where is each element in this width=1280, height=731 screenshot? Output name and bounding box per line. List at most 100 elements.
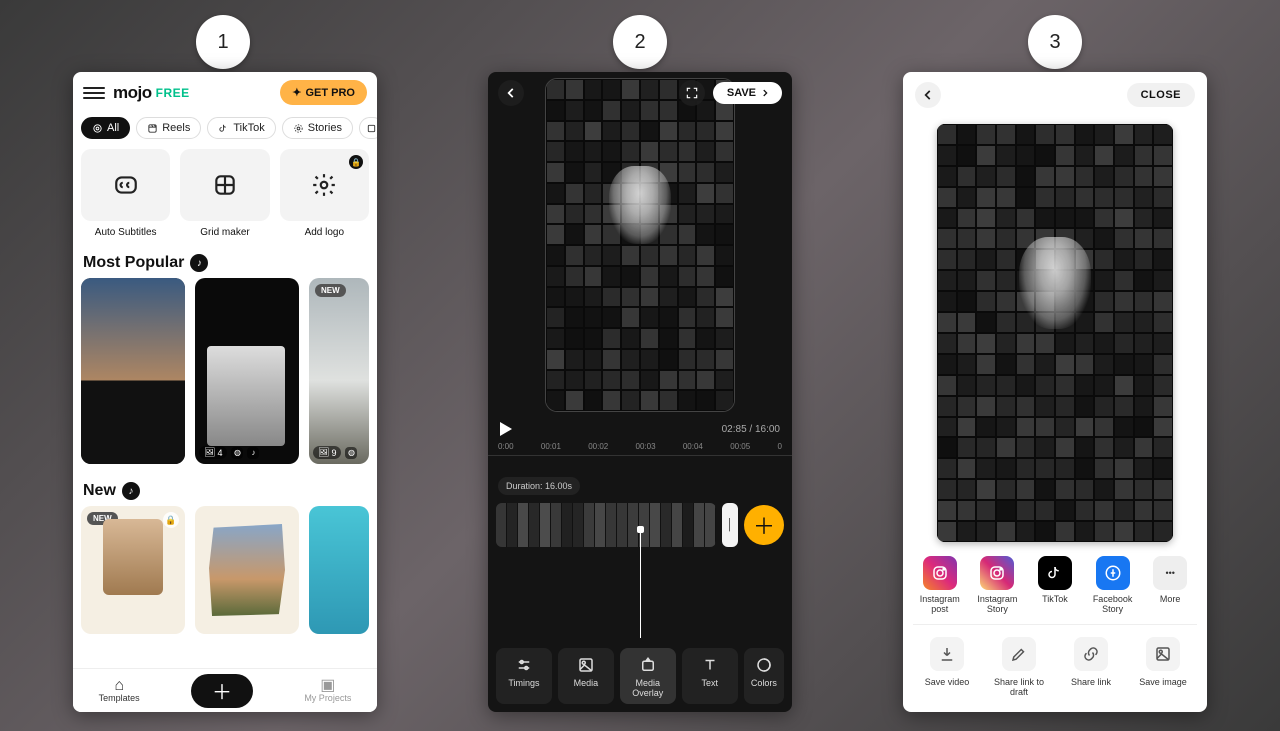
close-button[interactable]: CLOSE: [1127, 83, 1195, 107]
target-icon: [92, 123, 103, 134]
ig-icon: ◍: [231, 447, 243, 459]
tick: 00:03: [636, 442, 656, 451]
menu-icon[interactable]: [83, 87, 105, 99]
share-facebook-story[interactable]: Facebook Story: [1085, 556, 1141, 614]
lock-icon: 🔒: [163, 512, 179, 528]
screen-export: CLOSE Instagram post Instagram Story Tik…: [903, 72, 1207, 712]
tick: 00:01: [541, 442, 561, 451]
nav-templates-label: Templates: [99, 693, 140, 703]
tool-addlogo[interactable]: 🔒 Add logo: [280, 149, 369, 238]
chip-all[interactable]: All: [81, 117, 130, 139]
add-clip-button[interactable]: ＋: [744, 505, 784, 545]
tool-media-label: Media: [574, 678, 599, 688]
share-link[interactable]: Share link: [1059, 637, 1123, 697]
new-badge: NEW: [315, 284, 346, 297]
back-button[interactable]: [915, 82, 941, 108]
image-icon: [577, 656, 595, 674]
fullscreen-button[interactable]: [679, 80, 705, 106]
back-button[interactable]: [498, 80, 524, 106]
save-video[interactable]: Save video: [915, 637, 979, 697]
nav-projects-label: My Projects: [304, 693, 351, 703]
save-image[interactable]: Save image: [1131, 637, 1195, 697]
share-link-draft[interactable]: Share link to draft: [987, 637, 1051, 697]
duration-chip[interactable]: Duration: 16.00s: [498, 477, 580, 495]
template-card[interactable]: [309, 506, 369, 634]
grid-icon: [212, 172, 238, 198]
download-icon: [930, 637, 964, 671]
share-row: Instagram post Instagram Story TikTok Fa…: [903, 556, 1207, 624]
preview-face: [1019, 237, 1091, 329]
clip-thumbstrip[interactable]: [496, 503, 716, 547]
step-badge-3: 3: [1028, 15, 1082, 69]
music-icon[interactable]: ♪: [190, 254, 208, 272]
chip-stories-label: Stories: [308, 122, 342, 134]
share-label: Instagram post: [912, 594, 968, 614]
tool-addlogo-label: Add logo: [280, 227, 369, 238]
template-thumb: [209, 524, 285, 616]
reels-icon: [147, 123, 158, 134]
tool-subtitles[interactable]: Auto Subtitles: [81, 149, 170, 238]
tiktok-icon: [218, 123, 229, 134]
music-icon[interactable]: ♪: [122, 482, 140, 500]
timeline-ruler[interactable]: [488, 455, 792, 469]
play-button[interactable]: [500, 422, 512, 436]
editor-top-bar: SAVE: [488, 72, 792, 114]
gear-icon: [311, 172, 337, 198]
tool-grid-label: Grid maker: [180, 227, 269, 238]
create-button[interactable]: ＋: [191, 674, 253, 708]
trim-handle[interactable]: │: [722, 503, 738, 547]
export-top-bar: CLOSE: [903, 72, 1207, 118]
share-instagram-post[interactable]: Instagram post: [912, 556, 968, 614]
chip-more[interactable]: [359, 117, 377, 139]
time-display: 02:85 / 16:00: [722, 424, 780, 435]
save-row: Save video Share link to draft Share lin…: [903, 633, 1207, 707]
tool-overlay[interactable]: Media Overlay: [620, 648, 676, 704]
template-card[interactable]: 🖼 4 ◍ ♪: [195, 278, 299, 464]
template-card[interactable]: NEW 🖼 9 ◍: [309, 278, 369, 464]
chip-stories[interactable]: Stories: [282, 117, 353, 139]
tool-timings[interactable]: Timings: [496, 648, 552, 704]
chip-all-label: All: [107, 122, 119, 134]
image-icon: [1146, 637, 1180, 671]
template-card[interactable]: [195, 506, 299, 634]
nav-templates[interactable]: ⌂ Templates: [99, 679, 140, 703]
square-icon: [366, 123, 377, 134]
share-tiktok[interactable]: TikTok: [1027, 556, 1083, 614]
tool-text[interactable]: Text: [682, 648, 738, 704]
card-count: 🖼 4: [199, 446, 227, 459]
tt-icon: ♪: [247, 447, 259, 459]
chevron-left-icon: [921, 88, 935, 102]
stories-icon: [293, 123, 304, 134]
card-count: 🖼 9: [85, 446, 113, 459]
save-button[interactable]: SAVE: [713, 82, 782, 104]
chip-reels[interactable]: Reels: [136, 117, 201, 139]
tool-media[interactable]: Media: [558, 648, 614, 704]
tools-row: Auto Subtitles Grid maker 🔒 Add logo: [73, 149, 377, 246]
step-badge-1: 1: [196, 15, 250, 69]
share-more[interactable]: ••• More: [1142, 556, 1198, 614]
step-badge-2: 2: [613, 15, 667, 69]
tool-text-label: Text: [701, 678, 718, 688]
tool-colors-label: Colors: [751, 678, 777, 688]
expand-icon: [685, 86, 699, 100]
template-card[interactable]: 🖼 9 ◍ ♪: [81, 278, 185, 464]
tool-timings-label: Timings: [508, 678, 539, 688]
nav-projects[interactable]: ▣ My Projects: [304, 679, 351, 703]
save-label: Share link: [1071, 677, 1111, 687]
chip-tiktok[interactable]: TikTok: [207, 117, 275, 139]
share-label: More: [1160, 594, 1181, 604]
sparkle-icon: ✦: [292, 86, 301, 99]
tick: 00:05: [730, 442, 750, 451]
get-pro-button[interactable]: ✦ GET PRO: [280, 80, 367, 105]
ig-icon: ◍: [345, 447, 357, 459]
template-card[interactable]: NEW 🔒: [81, 506, 185, 634]
tool-grid[interactable]: Grid maker: [180, 149, 269, 238]
logo-free: FREE: [156, 86, 190, 100]
tool-colors[interactable]: Colors: [744, 648, 784, 704]
tick: 0:00: [498, 442, 514, 451]
section-popular-label: Most Popular: [83, 254, 184, 272]
share-instagram-story[interactable]: Instagram Story: [969, 556, 1025, 614]
video-preview[interactable]: [545, 78, 735, 412]
playhead[interactable]: [640, 530, 641, 638]
tool-overlay-label: Media Overlay: [622, 678, 674, 698]
